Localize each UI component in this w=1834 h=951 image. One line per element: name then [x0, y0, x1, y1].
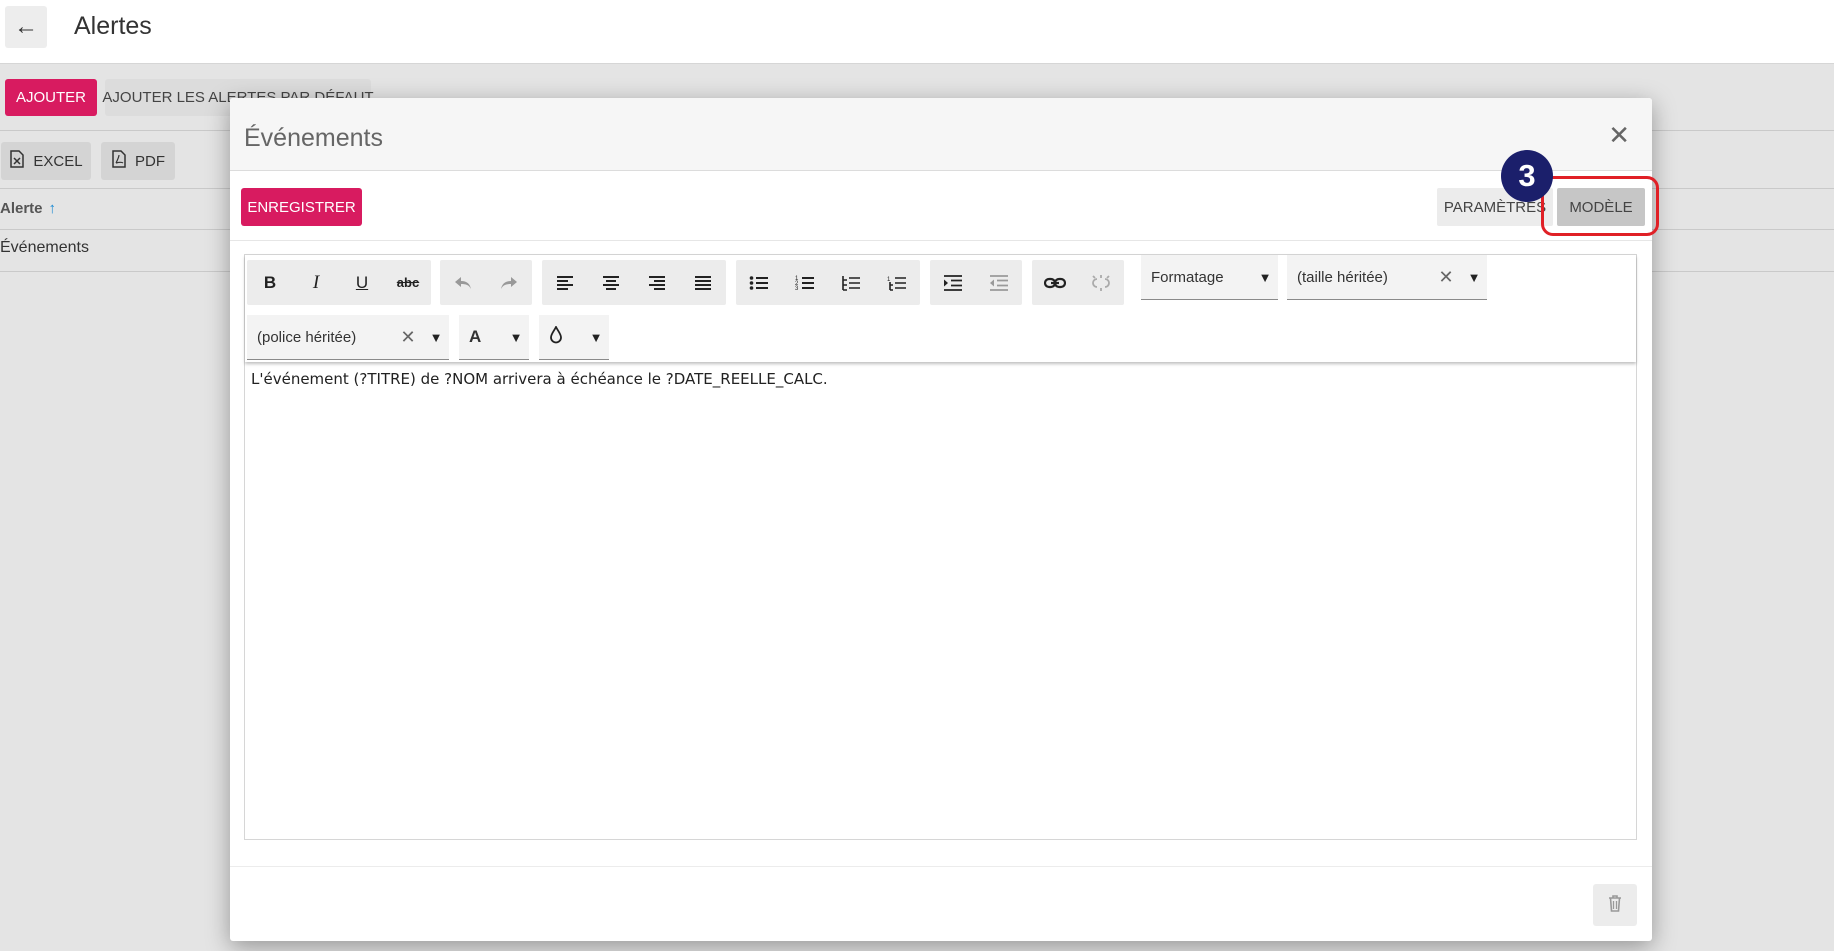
dropdown-caret-icon: ▼: [1467, 269, 1481, 285]
top-bar: ← Alertes: [0, 0, 1834, 64]
format-select-value: Formatage: [1151, 268, 1224, 286]
align-center-icon[interactable]: [588, 260, 634, 305]
pdf-export-button[interactable]: PDF: [101, 142, 175, 180]
delete-button[interactable]: [1593, 884, 1637, 926]
highlight-annotation: [1541, 176, 1659, 236]
link-group: [1032, 260, 1124, 305]
step-number-badge: 3: [1501, 150, 1553, 202]
multilevel-numbered-list-icon[interactable]: 1: [874, 260, 920, 305]
background-color-picker[interactable]: ▼: [539, 315, 609, 360]
numbered-list-icon[interactable]: 123: [782, 260, 828, 305]
trash-icon: [1608, 894, 1622, 917]
column-header-alert[interactable]: Alerte ↑: [0, 200, 56, 217]
history-group: [440, 260, 532, 305]
undo-icon[interactable]: [440, 260, 486, 305]
dialog-title: Événements: [244, 124, 383, 152]
underline-icon[interactable]: U: [339, 260, 385, 305]
pdf-label: PDF: [135, 152, 165, 170]
font-color-picker[interactable]: A ▼: [459, 315, 529, 360]
svg-text:3: 3: [795, 286, 799, 291]
editor-toolbar: B I U abc 1 2 3 1 Formatage ▼ (taille hé…: [245, 255, 1636, 362]
dropdown-caret-icon: ▼: [429, 329, 443, 345]
excel-file-icon: [9, 150, 25, 172]
indent-icon[interactable]: [930, 260, 976, 305]
rich-text-editor: B I U abc 1 2 3 1 Formatage ▼ (taille hé…: [244, 254, 1637, 840]
divider: [230, 240, 1652, 241]
font-color-icon: A: [469, 327, 482, 346]
dropdown-caret-icon: ▼: [1258, 269, 1272, 285]
dropdown-caret-icon: ▼: [509, 329, 523, 345]
text-style-group: B I U abc: [247, 260, 431, 305]
column-header-label: Alerte: [0, 200, 43, 217]
add-button[interactable]: AJOUTER: [5, 79, 97, 116]
divider: [230, 866, 1652, 867]
pdf-file-icon: [111, 150, 127, 172]
link-icon[interactable]: [1032, 260, 1078, 305]
excel-export-button[interactable]: EXCEL: [1, 142, 91, 180]
format-select[interactable]: Formatage ▼: [1141, 255, 1278, 300]
font-family-select-value: (police héritée): [257, 328, 357, 346]
alignment-group: [542, 260, 726, 305]
list-group: 123 1: [736, 260, 920, 305]
outdent-icon[interactable]: [976, 260, 1022, 305]
font-size-select[interactable]: (taille héritée) ✕ ▼: [1287, 255, 1487, 300]
clear-icon[interactable]: ✕: [1431, 267, 1461, 288]
italic-icon[interactable]: I: [293, 260, 339, 305]
unlink-icon[interactable]: [1078, 260, 1124, 305]
excel-label: EXCEL: [33, 152, 83, 170]
bullet-list-icon[interactable]: [736, 260, 782, 305]
sort-ascending-icon: ↑: [48, 200, 57, 217]
arrow-left-icon: ←: [14, 13, 38, 40]
table-row[interactable]: Événements: [0, 239, 89, 257]
indent-group: [930, 260, 1022, 305]
dropdown-caret-icon: ▼: [589, 329, 603, 345]
redo-icon[interactable]: [486, 260, 532, 305]
align-left-icon[interactable]: [542, 260, 588, 305]
dialog-header: Événements ✕: [230, 98, 1652, 171]
align-right-icon[interactable]: [634, 260, 680, 305]
save-button[interactable]: ENREGISTRER: [241, 188, 362, 226]
align-justify-icon[interactable]: [680, 260, 726, 305]
page-title: Alertes: [74, 12, 152, 40]
font-size-select-value: (taille héritée): [1297, 268, 1388, 286]
clear-icon[interactable]: ✕: [393, 327, 423, 348]
font-family-select[interactable]: (police héritée) ✕ ▼: [247, 315, 449, 360]
alert-dialog: Événements ✕ ENREGISTRER PARAMÈTRES MODÈ…: [230, 98, 1659, 941]
bold-icon[interactable]: B: [247, 260, 293, 305]
editor-content[interactable]: L'événement (?TITRE) de ?NOM arrivera à …: [251, 370, 828, 388]
back-button[interactable]: ←: [5, 6, 47, 48]
close-icon[interactable]: ✕: [1608, 122, 1630, 148]
droplet-icon: [539, 324, 583, 348]
multilevel-list-icon[interactable]: [828, 260, 874, 305]
strikethrough-icon[interactable]: abc: [385, 260, 431, 305]
